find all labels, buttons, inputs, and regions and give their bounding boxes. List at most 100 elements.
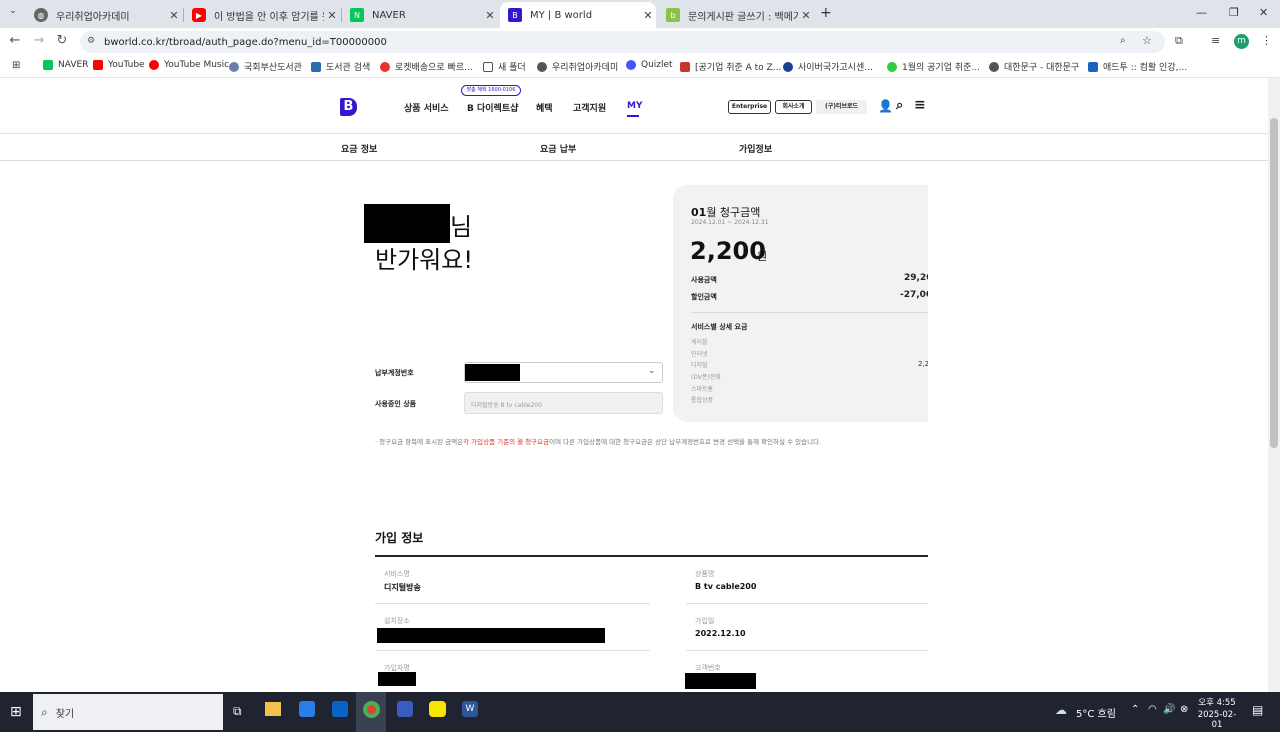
search-icon[interactable]: ⌕ (896, 98, 903, 113)
company-button[interactable]: 회사소개 (775, 100, 812, 114)
chrome-icon (363, 701, 380, 718)
close-icon[interactable]: ✕ (324, 9, 340, 22)
outlook-icon[interactable] (332, 701, 348, 717)
bookmark-youtube-music[interactable]: YouTube Music (149, 60, 229, 70)
bookmark-gosi[interactable]: 사이버국가고시센... (783, 60, 873, 73)
nav-my[interactable]: MY (627, 101, 642, 111)
redacted-username (364, 204, 450, 243)
old-tbroad-button[interactable]: (구)티브로드 (816, 100, 867, 114)
page-right-margin (928, 180, 1268, 430)
back-icon[interactable]: ← (6, 33, 24, 48)
tab-title: 우리취업아카데미 (56, 11, 130, 23)
scrollbar-thumb[interactable] (1270, 118, 1278, 448)
app-icon[interactable] (397, 701, 413, 717)
bookmark-public-job[interactable]: [공기업 취준 A to Z... (680, 60, 781, 73)
store-icon[interactable] (299, 701, 315, 717)
nav-products[interactable]: 상품 서비스 (404, 101, 449, 114)
taskbar-search[interactable]: ⌕ 찾기 (33, 694, 223, 730)
file-explorer-icon[interactable] (265, 702, 281, 716)
battery-icon[interactable]: ⊗ (1180, 704, 1188, 715)
nav-support[interactable]: 고객지원 (573, 101, 606, 114)
subnav-join-info[interactable]: 가입정보 (739, 142, 772, 155)
bookmark-addtwo[interactable]: 애드투 :: 컴활 인강,... (1088, 60, 1187, 73)
video-icon (680, 61, 690, 72)
clock-date[interactable]: 2025-02-01 (1194, 710, 1240, 730)
close-icon[interactable]: ✕ (166, 9, 182, 22)
detail-cable: 케이블 (691, 339, 708, 346)
network-icon[interactable]: ◠ (1148, 704, 1157, 715)
redacted-customer-number (685, 673, 756, 689)
tab-5[interactable]: b 문의게시판 글쓰기 : 백메가 ✕ (658, 2, 814, 28)
minimize-icon[interactable]: — (1196, 6, 1207, 19)
bworld-icon: B (508, 8, 522, 22)
nav-benefits[interactable]: 혜택 (536, 101, 553, 114)
bworld-logo[interactable]: B (340, 98, 357, 116)
extensions-icon[interactable]: ⧉ (1175, 34, 1183, 48)
task-view-icon[interactable]: ⧉ (233, 704, 242, 719)
volume-icon[interactable]: 🔊 (1163, 704, 1175, 715)
bookmark-folder[interactable]: 새 폴더 (483, 60, 526, 73)
tab-3[interactable]: N NAVER ✕ (342, 2, 498, 28)
bookmark-daehan[interactable]: 대한문구 - 대한문구 (989, 60, 1079, 73)
payment-account-select[interactable]: ⌄ (464, 362, 663, 383)
close-icon[interactable]: ✕ (798, 9, 814, 22)
globe-icon: ◍ (34, 8, 48, 22)
tab-1[interactable]: ◍ 우리취업아카데미 ✕ (26, 2, 182, 28)
tab-title: 문의게시판 글쓰기 : 백메가 (688, 11, 798, 23)
library-search-icon (311, 61, 321, 72)
windows-taskbar: ⊞ ⌕ 찾기 ⧉ W ☁ 5°C 흐림 ⌃ ◠ 🔊 ⊗ 오후 4:55 2025… (0, 692, 1280, 732)
bookmark-january[interactable]: 1월의 공기업 취준... (887, 60, 980, 73)
naver-icon (43, 60, 53, 70)
tab-4-active[interactable]: B MY | B world ✕ (500, 2, 656, 28)
subnav-bill-info[interactable]: 요금 정보 (341, 142, 377, 155)
bill-divider (691, 312, 941, 313)
tab-list-chevron-icon[interactable]: ⌄ (4, 6, 22, 22)
media-icon[interactable]: ≡ (1211, 34, 1220, 47)
site-info-icon[interactable]: ⚙ (87, 36, 95, 46)
zoom-icon[interactable]: ⌕ (1120, 35, 1126, 46)
detail-title: 서비스별 상세 요금 (691, 323, 748, 331)
chat-icon (887, 61, 897, 72)
restore-icon[interactable]: ❐ (1229, 6, 1239, 19)
close-icon[interactable]: ✕ (482, 9, 498, 22)
redacted-address (377, 628, 605, 643)
subnav-bill-payment[interactable]: 요금 납부 (540, 142, 576, 155)
tray-chevron-icon[interactable]: ⌃ (1131, 704, 1139, 715)
windows-start-icon[interactable]: ⊞ (10, 704, 22, 720)
user-add-icon[interactable]: 👤 (878, 99, 893, 113)
menu-kebab-icon[interactable]: ⋮ (1261, 34, 1272, 47)
youtube-icon (93, 60, 103, 70)
page-scrollbar[interactable] (1268, 78, 1280, 692)
weather-text[interactable]: 5°C 흐림 (1076, 705, 1116, 720)
menu-hamburger-icon[interactable]: ≡ (914, 97, 926, 113)
word-icon[interactable]: W (462, 701, 478, 717)
bookmark-quizlet[interactable]: Quizlet (626, 60, 673, 70)
bookmark-academy[interactable]: 우리취업아카데미 (537, 60, 618, 73)
nav-direct-shop[interactable]: B 다이렉트샵 (467, 101, 518, 114)
bookmark-coupang[interactable]: 로켓배송으로 빠르... (380, 60, 473, 73)
bookmark-library-search[interactable]: 도서관 검색 (311, 60, 370, 73)
url-input[interactable]: ⚙ bworld.co.kr/tbroad/auth_page.do?menu_… (80, 31, 1165, 53)
forward-icon[interactable]: → (30, 33, 48, 48)
bookmark-library[interactable]: 국회부산도서관 (229, 60, 302, 73)
bookmark-star-icon[interactable]: ☆ (1142, 34, 1152, 47)
apps-grid-icon[interactable]: ⊞ (12, 60, 20, 71)
notification-icon[interactable]: ▤ (1252, 703, 1263, 717)
sub-navigation (0, 134, 1268, 161)
close-icon[interactable]: ✕ (640, 9, 656, 22)
profile-avatar[interactable]: m (1234, 34, 1249, 49)
greeting-suffix: 님 (450, 213, 473, 241)
join-info-topline (375, 555, 928, 557)
detail-digital: 디지털 (691, 362, 708, 369)
new-tab-button[interactable]: + (820, 5, 832, 21)
enterprise-button[interactable]: Enterprise (728, 100, 771, 114)
tab-2[interactable]: ▶ 이 방법을 안 이후 암기를 못하... ✕ (184, 2, 340, 28)
clock-time[interactable]: 오후 4:55 (1195, 696, 1239, 708)
kakaotalk-icon[interactable] (429, 701, 446, 717)
bookmark-naver[interactable]: NAVER (43, 60, 88, 70)
close-window-icon[interactable]: ✕ (1259, 6, 1268, 19)
youtube-icon: ▶ (192, 8, 206, 22)
bookmark-youtube[interactable]: YouTube (93, 60, 145, 70)
reload-icon[interactable]: ↻ (53, 33, 71, 48)
join-info-title: 가입 정보 (375, 531, 424, 545)
